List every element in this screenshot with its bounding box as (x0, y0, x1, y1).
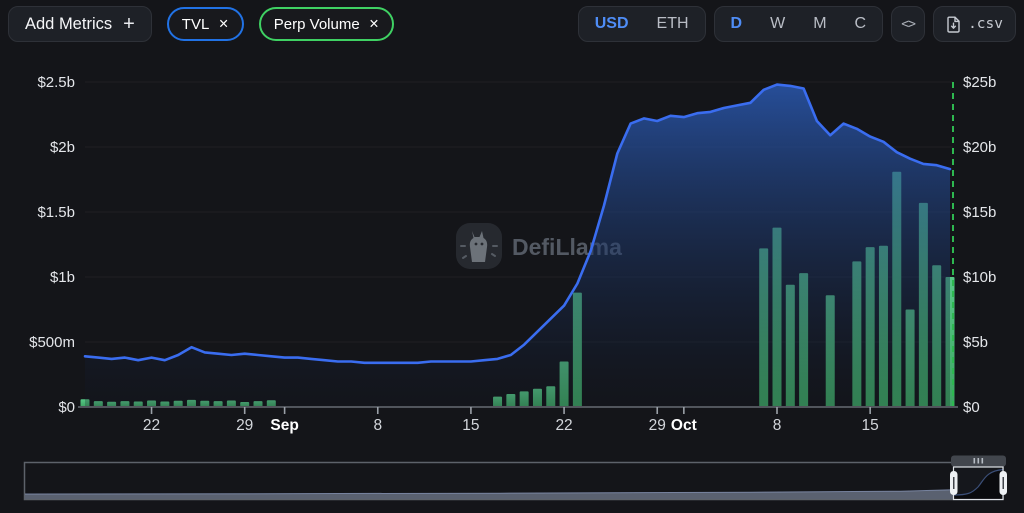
svg-text:$0: $0 (963, 399, 980, 416)
toolbar-left-group: Add Metrics + TVL ✕ Perp Volume ✕ (8, 6, 394, 42)
svg-text:$0: $0 (58, 399, 75, 416)
svg-text:$2b: $2b (50, 139, 75, 156)
brush-selection-window[interactable] (951, 456, 1006, 500)
svg-text:$1b: $1b (50, 269, 75, 286)
svg-text:22: 22 (143, 417, 160, 434)
code-icon: <> (901, 17, 915, 32)
svg-text:29: 29 (236, 417, 253, 434)
metric-chip-label: Perp Volume (274, 16, 360, 33)
currency-option-eth[interactable]: ETH (643, 7, 703, 41)
metric-chips: TVL ✕ Perp Volume ✕ (167, 7, 394, 41)
timeline-brush[interactable] (0, 455, 1024, 513)
main-chart-canvas[interactable]: DefiLlama2229Sep8152229Oct815$2.5b$2b$1.… (0, 48, 1024, 453)
svg-text:$1.5b: $1.5b (37, 204, 75, 221)
file-download-icon (946, 16, 961, 33)
svg-text:$5b: $5b (963, 334, 988, 351)
right-axis-labels: $25b $20b $15b $10b $5b $0 (963, 74, 996, 416)
interval-option-c[interactable]: C (841, 7, 881, 41)
svg-text:Oct: Oct (671, 417, 697, 434)
plus-icon: + (123, 14, 135, 34)
svg-text:$2.5b: $2.5b (37, 74, 75, 91)
csv-download-button[interactable]: .csv (933, 6, 1016, 42)
metric-chip-tvl[interactable]: TVL ✕ (167, 7, 244, 41)
add-metrics-button[interactable]: Add Metrics + (8, 6, 152, 42)
brush-right-handle-slot (1003, 477, 1005, 489)
interval-toggle: DWMC (714, 6, 884, 42)
close-icon[interactable]: ✕ (369, 18, 379, 31)
brush-mini-area (25, 490, 953, 499)
interval-option-w[interactable]: W (756, 7, 799, 41)
metric-chip-perp-volume[interactable]: Perp Volume ✕ (259, 7, 394, 41)
add-metrics-label: Add Metrics (25, 15, 112, 34)
top-toolbar: Add Metrics + TVL ✕ Perp Volume ✕ USDETH DW… (0, 0, 1024, 48)
svg-text:29: 29 (649, 417, 666, 434)
svg-text:8: 8 (373, 417, 382, 434)
svg-text:22: 22 (555, 417, 572, 434)
svg-text:$500m: $500m (29, 334, 75, 351)
left-axis-labels: $2.5b $2b $1.5b $1b $500m $0 (29, 74, 75, 416)
brush-left-handle-slot (953, 477, 955, 489)
embed-button[interactable]: <> (891, 6, 925, 42)
csv-button-label: .csv (968, 16, 1003, 32)
svg-text:15: 15 (462, 417, 479, 434)
interval-option-d[interactable]: D (717, 7, 757, 41)
svg-text:Sep: Sep (270, 417, 298, 434)
toolbar-right-group: USDETH DWMC <> .csv (578, 6, 1016, 42)
svg-text:15: 15 (862, 417, 879, 434)
close-icon[interactable]: ✕ (218, 18, 228, 31)
svg-text:8: 8 (773, 417, 782, 434)
svg-text:$15b: $15b (963, 204, 996, 221)
drag-handle-dots-icon (974, 458, 976, 464)
x-axis-labels: 22 29 Sep 8 15 22 29 Oct 8 15 (143, 407, 879, 434)
drag-handle-dots-icon (978, 458, 980, 464)
currency-toggle: USDETH (578, 6, 706, 42)
svg-text:$10b: $10b (963, 269, 996, 286)
drag-handle-dots-icon (982, 458, 984, 464)
svg-text:$25b: $25b (963, 74, 996, 91)
metric-chip-label: TVL (182, 16, 210, 33)
currency-option-usd[interactable]: USD (581, 7, 643, 41)
svg-text:$20b: $20b (963, 139, 996, 156)
interval-option-m[interactable]: M (799, 7, 840, 41)
